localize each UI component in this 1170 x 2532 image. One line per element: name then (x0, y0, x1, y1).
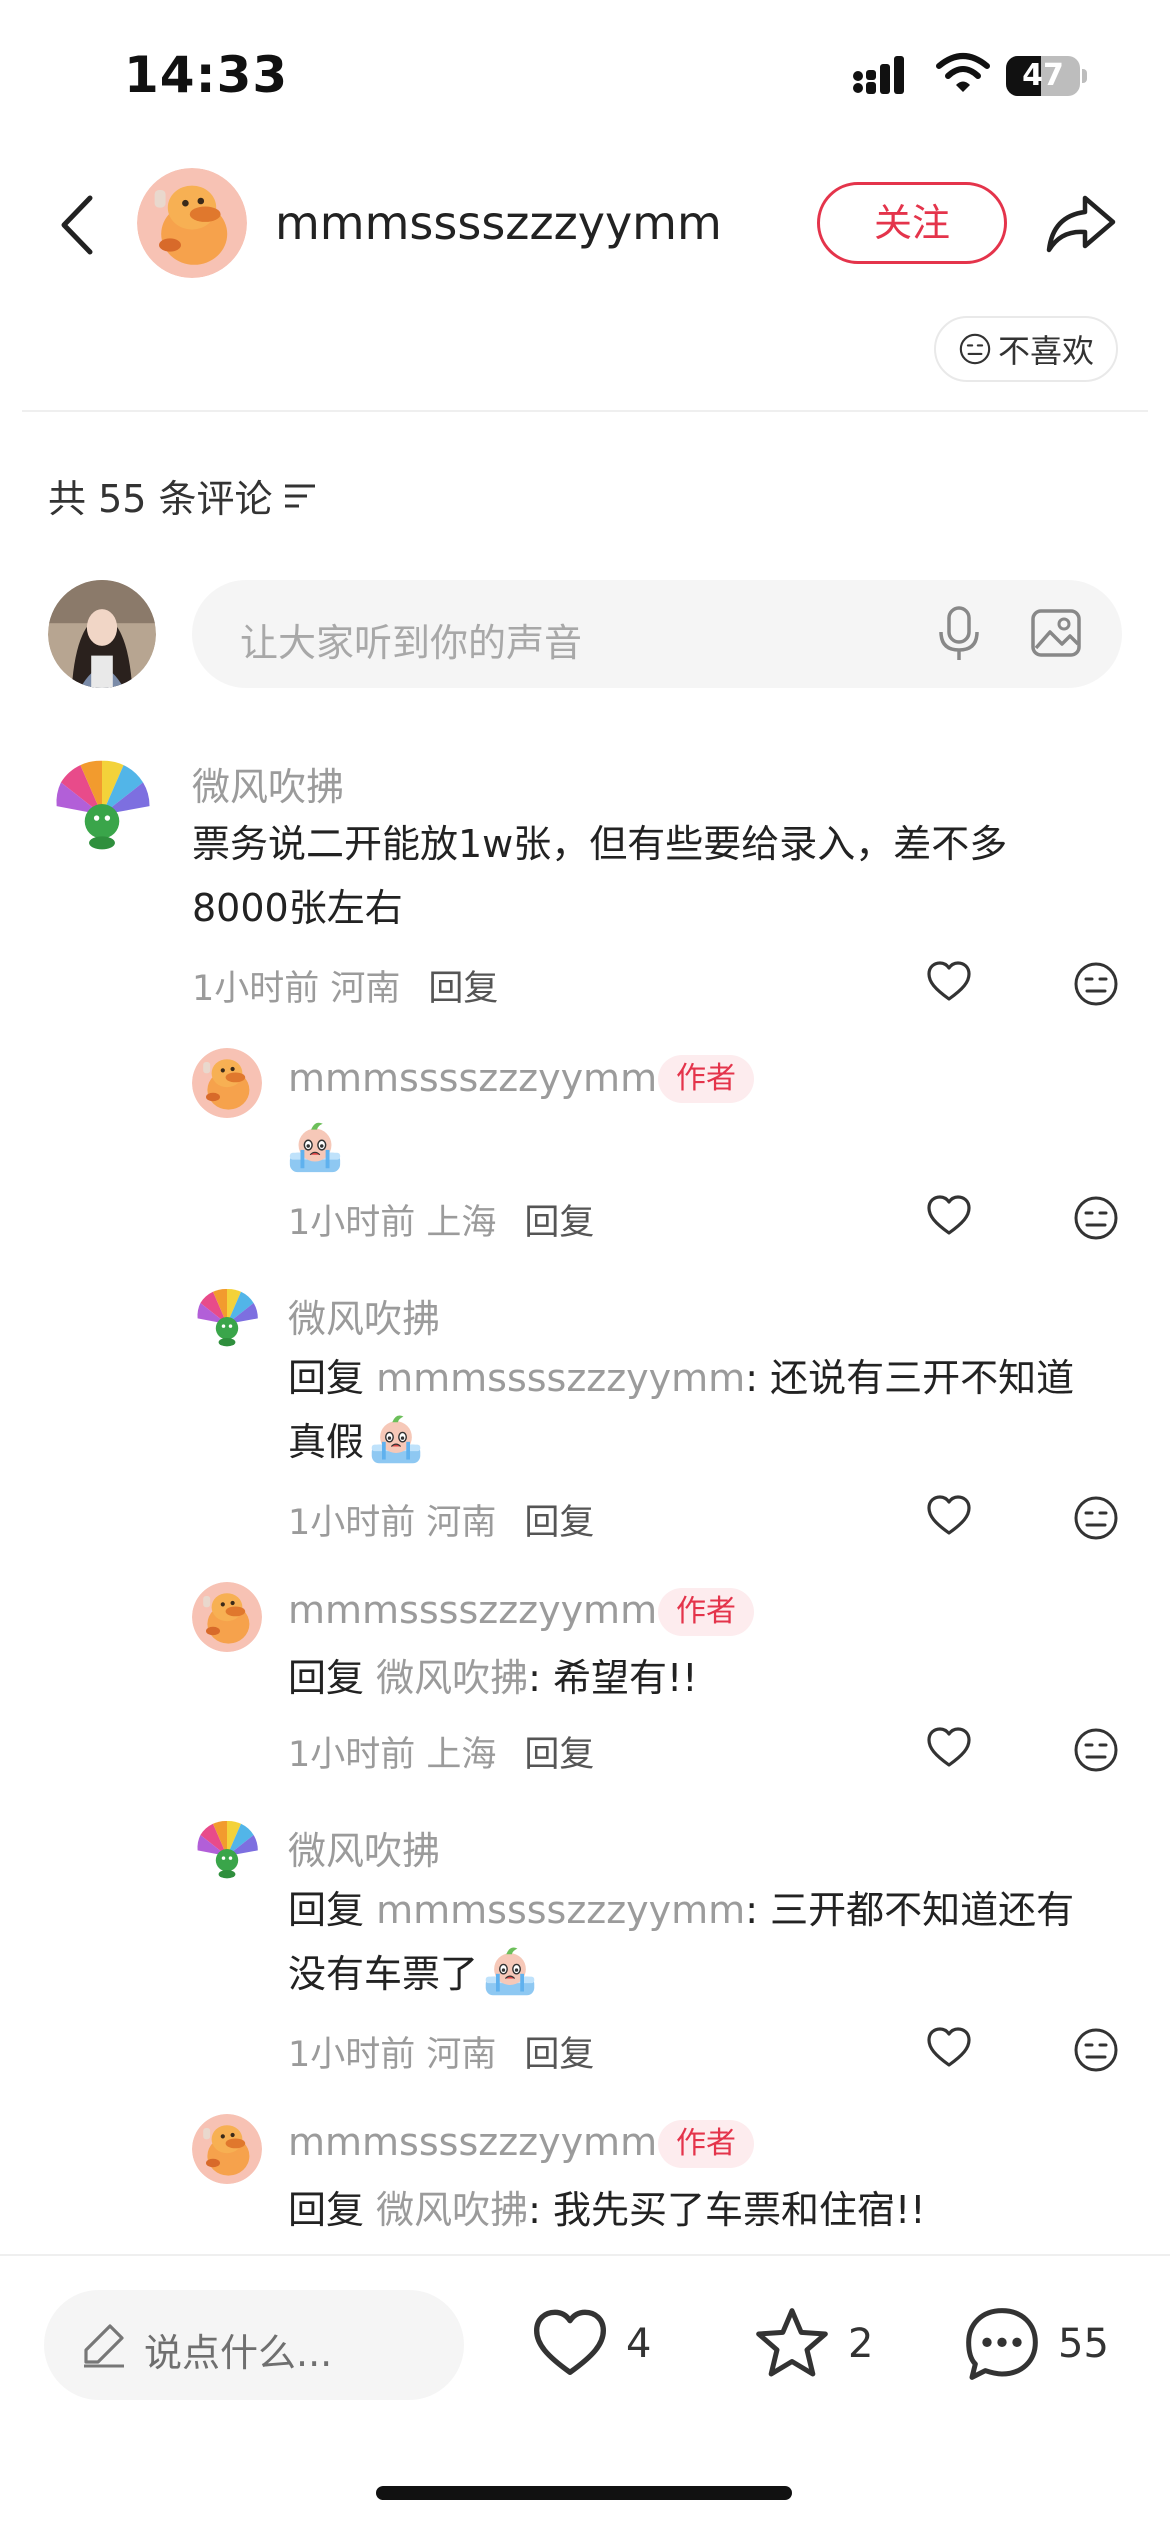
neutral-face-icon[interactable] (1072, 2026, 1120, 2074)
commenter-avatar[interactable] (192, 1048, 262, 1118)
pen-icon (84, 2324, 124, 2368)
reply-button[interactable]: 回复 (524, 1735, 594, 1775)
neutral-face-icon[interactable] (1072, 1194, 1120, 1242)
commenter-avatar[interactable] (192, 1814, 262, 1884)
comment-count: 共 55 条评论 (48, 477, 273, 521)
heart-icon[interactable] (925, 1492, 973, 1540)
mic-icon[interactable] (937, 606, 981, 662)
crying-emoji (482, 1943, 538, 1999)
image-icon[interactable] (1030, 608, 1082, 658)
crying-emoji (286, 1118, 344, 1176)
commenter-name[interactable]: mmmsssszzzyymm (288, 2120, 657, 2164)
battery-icon: 47 (1006, 56, 1087, 96)
comment-count-sort[interactable]: 共 55 条评论 (48, 468, 317, 523)
comment-meta: 1小时前 上海 回复 (288, 1203, 595, 1243)
comment-text[interactable]: 回复 微风吹拂: 希望有!! (288, 1646, 1128, 1710)
commenter-name[interactable]: mmmsssszzzyymm (288, 1056, 657, 1100)
neutral-face-icon[interactable] (1072, 960, 1120, 1008)
comment-text[interactable]: 票务说二开能放1w张，但有些要给录入，差不多 8000张左右 (192, 812, 1122, 940)
reply-button[interactable]: 回复 (524, 1203, 594, 1243)
comment-text[interactable]: 回复 微风吹拂: 我先买了车票和住宿!! (288, 2178, 1128, 2242)
author-username[interactable]: mmmsssszzzyymm (275, 196, 722, 250)
commenter-avatar[interactable] (192, 1282, 262, 1352)
cellular-signal-icon (853, 56, 904, 94)
author-avatar[interactable] (137, 168, 247, 278)
commenter-name[interactable]: 微风吹拂 (192, 756, 344, 811)
comment-input-placeholder: 让大家听到你的声音 (240, 621, 583, 665)
wifi-icon (936, 53, 990, 92)
dislike-label: 不喜欢 (997, 332, 1094, 370)
share-icon[interactable] (1045, 192, 1117, 256)
comment-meta: 1小时前 河南 回复 (192, 969, 499, 1009)
heart-icon[interactable] (925, 1192, 973, 1240)
divider (22, 410, 1148, 412)
commenter-avatar[interactable] (48, 750, 156, 858)
crying-emoji (368, 1411, 424, 1467)
heart-icon[interactable] (925, 2024, 973, 2072)
author-badge: 作者 (658, 2120, 754, 2168)
like-count: 4 (626, 2321, 652, 2367)
comment-button[interactable]: 55 (962, 2304, 1109, 2384)
heart-icon (530, 2304, 610, 2384)
my-avatar (48, 580, 156, 688)
commenter-name[interactable]: 微风吹拂 (288, 1820, 440, 1875)
follow-button[interactable]: 关注 (817, 182, 1007, 264)
comment-text[interactable]: 回复 mmmsssszzzyymm: 三开都不知道还有 没有车票了 (288, 1878, 1128, 2006)
collect-button[interactable]: 2 (752, 2304, 873, 2384)
author-badge: 作者 (658, 1055, 754, 1103)
dislike-button[interactable]: 不喜欢 (934, 316, 1118, 382)
battery-level: 47 (1022, 58, 1064, 93)
commenter-avatar[interactable] (192, 1582, 262, 1652)
back-arrow-icon[interactable] (50, 190, 110, 260)
dislike-face-icon (958, 332, 992, 366)
comment-total: 55 (1058, 2321, 1109, 2367)
star-icon (756, 2308, 828, 2377)
chat-bubble-icon (966, 2308, 1038, 2380)
reply-button[interactable]: 回复 (428, 969, 498, 1009)
comment-meta: 1小时前 河南 回复 (288, 1503, 595, 1543)
author-badge: 作者 (658, 1588, 754, 1636)
reply-button[interactable]: 回复 (524, 1503, 594, 1543)
neutral-face-icon[interactable] (1072, 1726, 1120, 1774)
heart-icon[interactable] (925, 958, 973, 1006)
heart-icon[interactable] (925, 1724, 973, 1772)
top-nav-bar: mmmsssszzzyymm 关注 (0, 160, 1170, 290)
commenter-avatar[interactable] (192, 2114, 262, 2184)
status-time: 14:33 (124, 46, 289, 104)
comment-input[interactable]: 让大家听到你的声音 (192, 580, 1122, 688)
neutral-face-icon[interactable] (1072, 1494, 1120, 1542)
comment-meta: 1小时前 河南 回复 (288, 2035, 595, 2075)
comment-text[interactable]: 回复 mmmsssszzzyymm: 还说有三开不知道 真假 (288, 1346, 1128, 1474)
sort-icon[interactable] (283, 481, 317, 511)
comment-meta: 1小时前 上海 回复 (288, 1735, 595, 1775)
say-something-input[interactable]: 说点什么... (44, 2290, 464, 2400)
status-bar: 14:33 47 (0, 0, 1170, 150)
commenter-name[interactable]: mmmsssszzzyymm (288, 1588, 657, 1632)
home-indicator[interactable] (376, 2486, 792, 2500)
like-button[interactable]: 4 (530, 2304, 651, 2384)
collect-count: 2 (848, 2321, 874, 2367)
reply-button[interactable]: 回复 (524, 2035, 594, 2075)
commenter-name[interactable]: 微风吹拂 (288, 1288, 440, 1343)
say-something-placeholder: 说点什么... (144, 2331, 333, 2375)
